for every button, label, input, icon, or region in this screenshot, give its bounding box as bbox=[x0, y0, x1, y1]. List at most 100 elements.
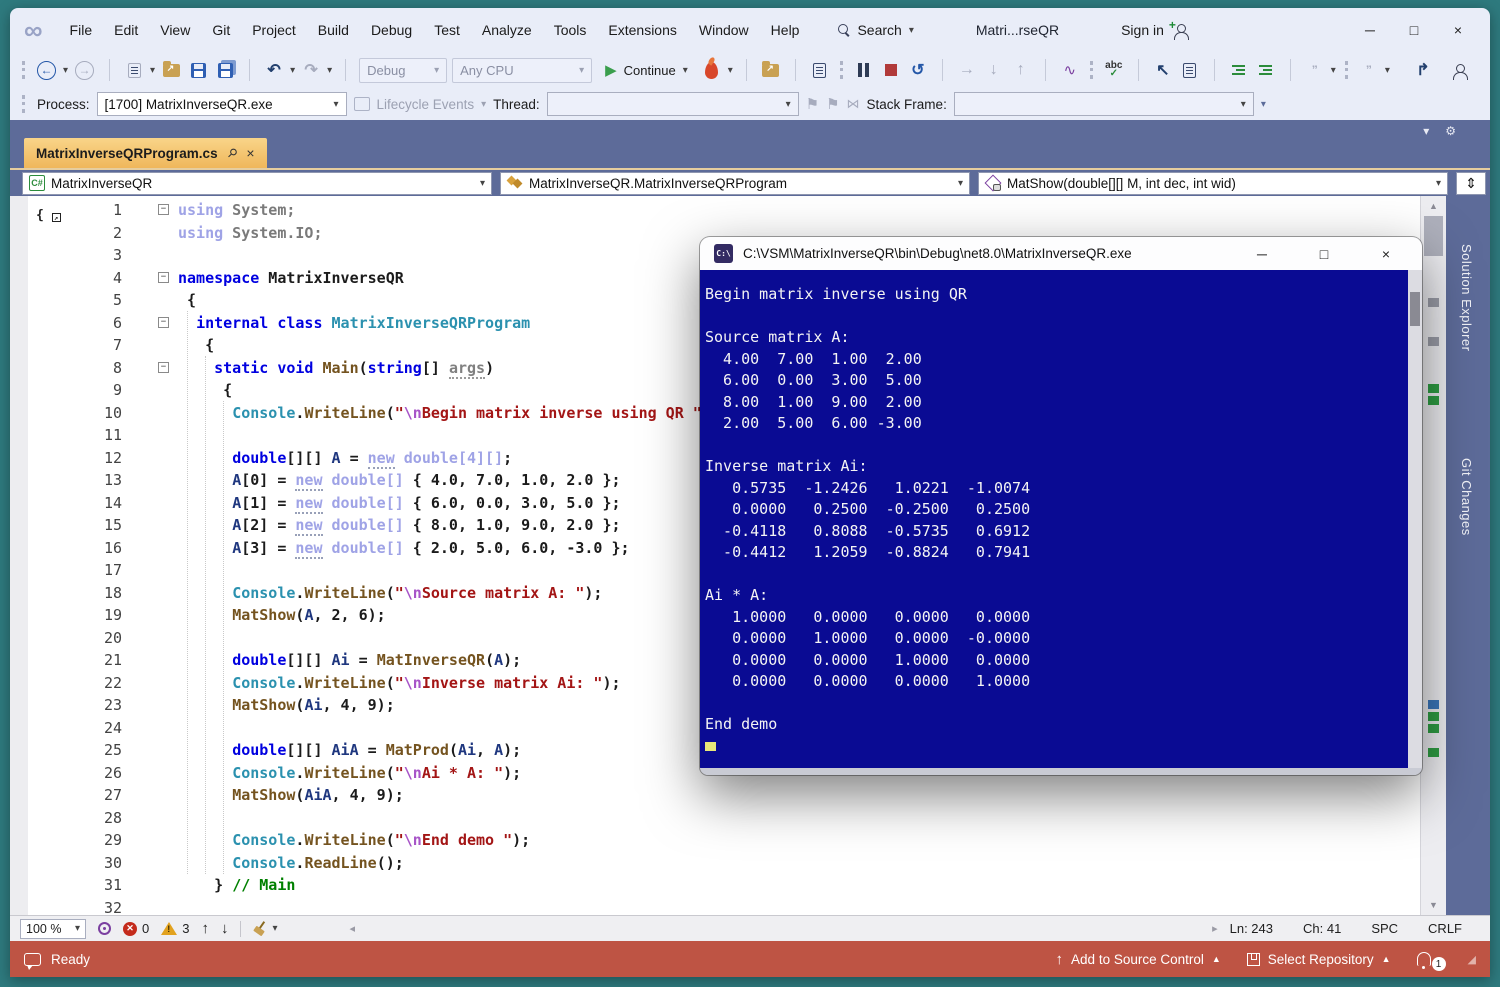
menu-item-analyze[interactable]: Analyze bbox=[471, 17, 543, 43]
type-dropdown[interactable]: MatrixInverseQR.MatrixInverseQRProgram ▾ bbox=[500, 172, 970, 195]
restart-button[interactable]: ↺ bbox=[907, 57, 929, 83]
hot-reload-chevron-icon[interactable]: ▾ bbox=[728, 65, 733, 76]
close-button[interactable]: × bbox=[1436, 13, 1480, 47]
menu-item-tools[interactable]: Tools bbox=[543, 17, 598, 43]
scrollbar-thumb[interactable] bbox=[1424, 216, 1443, 256]
indent-button[interactable] bbox=[1228, 57, 1250, 83]
send-feedback-button[interactable] bbox=[1448, 57, 1470, 83]
navigate-forward-button[interactable]: → bbox=[73, 57, 96, 83]
comment-button[interactable]: ” bbox=[1304, 57, 1326, 83]
active-files-chevron-icon[interactable]: ▾ bbox=[1423, 124, 1429, 138]
back-chevron-icon[interactable]: ▾ bbox=[63, 65, 68, 76]
menu-item-file[interactable]: File bbox=[59, 17, 104, 43]
select-repository-button[interactable]: Select Repository ▲ bbox=[1239, 952, 1399, 967]
save-all-button[interactable] bbox=[214, 57, 236, 83]
minimize-button[interactable]: ─ bbox=[1348, 13, 1392, 47]
breakpoint-window-button[interactable] bbox=[809, 57, 831, 83]
previous-issue-button[interactable]: ↑ bbox=[201, 920, 209, 937]
stack-frame-dropdown[interactable]: ▾ bbox=[954, 92, 1254, 116]
menu-item-debug[interactable]: Debug bbox=[360, 17, 423, 43]
undo-button[interactable]: ↶ bbox=[263, 57, 285, 83]
zoom-dropdown[interactable]: 100 % ▾ bbox=[20, 919, 86, 939]
search-box[interactable]: Search ▾ bbox=[838, 22, 913, 38]
menu-item-test[interactable]: Test bbox=[423, 17, 471, 43]
flag-icon[interactable]: ⚑ bbox=[806, 95, 819, 113]
step-out-button[interactable]: ↑ bbox=[1010, 57, 1032, 83]
navigate-back-button[interactable]: ← bbox=[35, 57, 58, 83]
solution-platform-dropdown[interactable]: Any CPU▾ bbox=[452, 58, 592, 83]
member-dropdown[interactable]: MatShow(double[][] M, int dec, int wid) … bbox=[978, 172, 1448, 195]
console-window[interactable]: C:\ C:\VSM\MatrixInverseQR\bin\Debug\net… bbox=[700, 237, 1422, 775]
fold-collapse-icon[interactable]: − bbox=[158, 272, 169, 283]
redo-button[interactable]: ↷ bbox=[300, 57, 322, 83]
document-outline-button[interactable] bbox=[1179, 57, 1201, 83]
lifecycle-chevron-icon[interactable]: ▾ bbox=[481, 99, 486, 110]
save-button[interactable] bbox=[187, 57, 209, 83]
braces-margin-icon[interactable]: { ↗ bbox=[36, 208, 61, 223]
scrollbar-up-arrow-icon[interactable]: ▲ bbox=[1421, 201, 1446, 211]
step-over-button[interactable]: → bbox=[956, 57, 978, 83]
new-window-button[interactable] bbox=[123, 57, 145, 83]
document-well-options-gear-icon[interactable]: ⚙ bbox=[1445, 124, 1456, 138]
line-indicator[interactable]: Ln: 243 bbox=[1230, 921, 1273, 936]
toolbar-drag-handle[interactable] bbox=[22, 95, 26, 113]
uncomment-chevron-icon[interactable]: ▾ bbox=[1385, 65, 1390, 76]
menu-item-git[interactable]: Git bbox=[201, 17, 241, 43]
menu-item-project[interactable]: Project bbox=[241, 17, 307, 43]
document-health-icon[interactable] bbox=[98, 922, 111, 935]
editor-vertical-scrollbar[interactable]: ▲ ▼ bbox=[1420, 196, 1446, 915]
console-close-button[interactable]: × bbox=[1372, 246, 1400, 262]
console-scrollbar-thumb[interactable] bbox=[1410, 292, 1420, 326]
find-in-files-button[interactable] bbox=[760, 57, 782, 83]
menu-item-view[interactable]: View bbox=[149, 17, 201, 43]
flag-outline-icon[interactable]: ⚑ bbox=[826, 95, 839, 113]
column-indicator[interactable]: Ch: 41 bbox=[1303, 921, 1341, 936]
step-into-button[interactable]: ↓ bbox=[983, 57, 1005, 83]
document-tab-active[interactable]: MatrixInverseQRProgram.cs ⚲ × bbox=[24, 138, 267, 168]
add-to-source-control-button[interactable]: ↑ Add to Source Control ▲ bbox=[1048, 951, 1229, 968]
toolbar-drag-handle[interactable] bbox=[1345, 61, 1349, 79]
console-maximize-button[interactable]: □ bbox=[1310, 246, 1338, 262]
menu-item-edit[interactable]: Edit bbox=[103, 17, 149, 43]
feedback-bubble-icon[interactable] bbox=[24, 953, 41, 966]
console-title-bar[interactable]: C:\ C:\VSM\MatrixInverseQR\bin\Debug\net… bbox=[700, 237, 1422, 270]
spaces-indicator[interactable]: SPC bbox=[1371, 921, 1398, 936]
hscroll-left-arrow-icon[interactable]: ◂ bbox=[350, 922, 356, 935]
console-output[interactable]: Begin matrix inverse using QR Source mat… bbox=[700, 270, 1422, 768]
warning-count[interactable]: 3 bbox=[161, 921, 189, 936]
spell-check-button[interactable]: abc✓ bbox=[1103, 57, 1125, 83]
tab-git-changes[interactable]: Git Changes bbox=[1459, 458, 1474, 536]
fold-collapse-icon[interactable]: − bbox=[158, 317, 169, 328]
pin-tab-icon[interactable]: ⚲ bbox=[224, 145, 240, 161]
menu-item-window[interactable]: Window bbox=[688, 17, 760, 43]
maximize-button[interactable]: □ bbox=[1392, 13, 1436, 47]
show-threads-button[interactable]: ∿ bbox=[1059, 57, 1081, 83]
close-tab-icon[interactable]: × bbox=[246, 145, 254, 161]
split-window-button[interactable]: ⇕ bbox=[1456, 172, 1486, 195]
code-cleanup-button[interactable]: ▾ bbox=[253, 921, 277, 936]
threads-filter-icon[interactable]: ⋈ bbox=[847, 96, 860, 112]
comment-chevron-icon[interactable]: ▾ bbox=[1331, 65, 1336, 76]
project-dropdown[interactable]: C# MatrixInverseQR ▾ bbox=[22, 172, 492, 195]
undo-chevron-icon[interactable]: ▾ bbox=[290, 65, 295, 76]
menu-item-extensions[interactable]: Extensions bbox=[597, 17, 687, 43]
scrollbar-down-arrow-icon[interactable]: ▼ bbox=[1421, 900, 1446, 910]
selection-mode-button[interactable]: ↖ bbox=[1152, 57, 1174, 83]
menu-item-help[interactable]: Help bbox=[760, 17, 811, 43]
open-file-button[interactable] bbox=[160, 57, 182, 83]
new-window-chevron-icon[interactable]: ▾ bbox=[150, 65, 155, 76]
stop-debugging-button[interactable] bbox=[880, 57, 902, 83]
break-all-button[interactable] bbox=[853, 57, 875, 83]
uncomment-button[interactable]: ” bbox=[1358, 57, 1380, 83]
toolbar-overflow-icon[interactable]: ▾ bbox=[1261, 99, 1266, 110]
line-ending-indicator[interactable]: CRLF bbox=[1428, 921, 1462, 936]
resize-grip-icon[interactable]: ◢ bbox=[1468, 953, 1476, 966]
continue-button[interactable]: ▶ Continue ▾ bbox=[597, 57, 696, 83]
outdent-button[interactable] bbox=[1255, 57, 1277, 83]
fold-collapse-icon[interactable]: − bbox=[158, 204, 169, 215]
tab-solution-explorer[interactable]: Solution Explorer bbox=[1459, 244, 1474, 352]
toolbar-drag-handle[interactable] bbox=[1090, 61, 1094, 79]
error-count[interactable]: ✕ 0 bbox=[123, 921, 149, 936]
sign-in-button[interactable]: Sign in + bbox=[1121, 22, 1188, 38]
redo-chevron-icon[interactable]: ▾ bbox=[327, 65, 332, 76]
